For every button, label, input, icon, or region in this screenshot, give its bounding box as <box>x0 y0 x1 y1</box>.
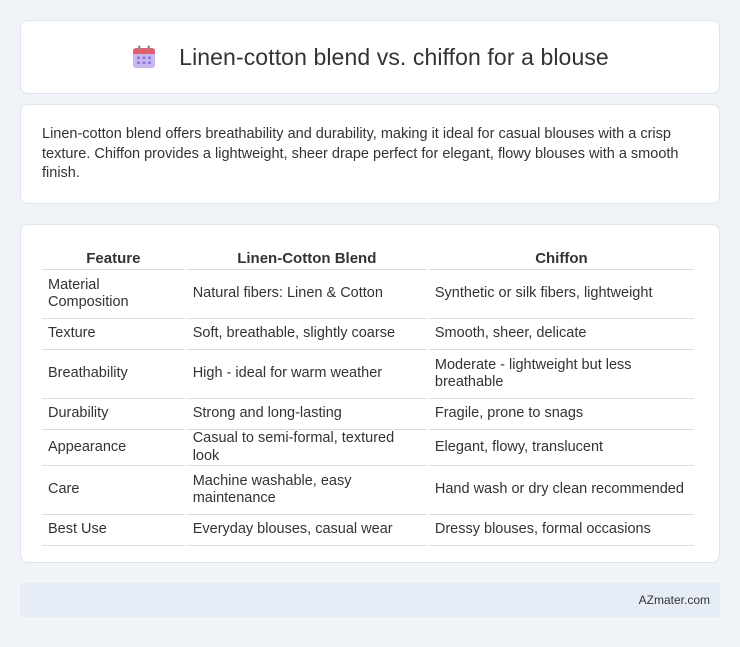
table-cell: Fragile, prone to snags <box>428 399 694 430</box>
calendar-icon <box>131 44 157 70</box>
table-cell: Care <box>42 466 185 515</box>
table-cell: Strong and long-lasting <box>186 399 427 430</box>
table-cell: Durability <box>42 399 185 430</box>
table-cell: Dressy blouses, formal occasions <box>428 515 694 546</box>
comparison-table-card: Feature Linen-Cotton Blend Chiffon Mater… <box>20 224 720 563</box>
table-cell: Soft, breathable, slightly coarse <box>186 319 427 350</box>
footer: AZmater.com <box>20 583 720 617</box>
column-header-linen-cotton: Linen-Cotton Blend <box>186 245 427 270</box>
table-row: Best Use Everyday blouses, casual wear D… <box>42 515 694 546</box>
table-cell: Material Composition <box>42 270 185 319</box>
title-card: Linen-cotton blend vs. chiffon for a blo… <box>20 20 720 94</box>
table-cell: Casual to semi-formal, textured look <box>186 430 427 466</box>
table-cell: Smooth, sheer, delicate <box>428 319 694 350</box>
table-row: Durability Strong and long-lasting Fragi… <box>42 399 694 430</box>
table-cell: Best Use <box>42 515 185 546</box>
table-cell: High - ideal for warm weather <box>186 350 427 399</box>
table-cell: Texture <box>42 319 185 350</box>
column-header-chiffon: Chiffon <box>428 245 694 270</box>
table-cell: Appearance <box>42 430 185 466</box>
footer-site-link[interactable]: AZmater.com <box>639 593 710 607</box>
table-row: Breathability High - ideal for warm weat… <box>42 350 694 399</box>
table-row: Texture Soft, breathable, slightly coars… <box>42 319 694 350</box>
table-cell: Machine washable, easy maintenance <box>186 466 427 515</box>
table-header-row: Feature Linen-Cotton Blend Chiffon <box>42 245 694 270</box>
page-title: Linen-cotton blend vs. chiffon for a blo… <box>179 43 609 70</box>
table-cell: Natural fibers: Linen & Cotton <box>186 270 427 319</box>
table-cell: Moderate - lightweight but less breathab… <box>428 350 694 399</box>
table-cell: Everyday blouses, casual wear <box>186 515 427 546</box>
table-cell: Elegant, flowy, translucent <box>428 430 694 466</box>
table-row: Appearance Casual to semi-formal, textur… <box>42 430 694 466</box>
comparison-table: Feature Linen-Cotton Blend Chiffon Mater… <box>40 245 696 546</box>
table-row: Care Machine washable, easy maintenance … <box>42 466 694 515</box>
table-cell: Hand wash or dry clean recommended <box>428 466 694 515</box>
summary-card: Linen-cotton blend offers breathability … <box>20 104 720 204</box>
table-cell: Breathability <box>42 350 185 399</box>
summary-text: Linen-cotton blend offers breathability … <box>42 126 679 181</box>
table-cell: Synthetic or silk fibers, lightweight <box>428 270 694 319</box>
table-row: Material Composition Natural fibers: Lin… <box>42 270 694 319</box>
column-header-feature: Feature <box>42 245 185 270</box>
